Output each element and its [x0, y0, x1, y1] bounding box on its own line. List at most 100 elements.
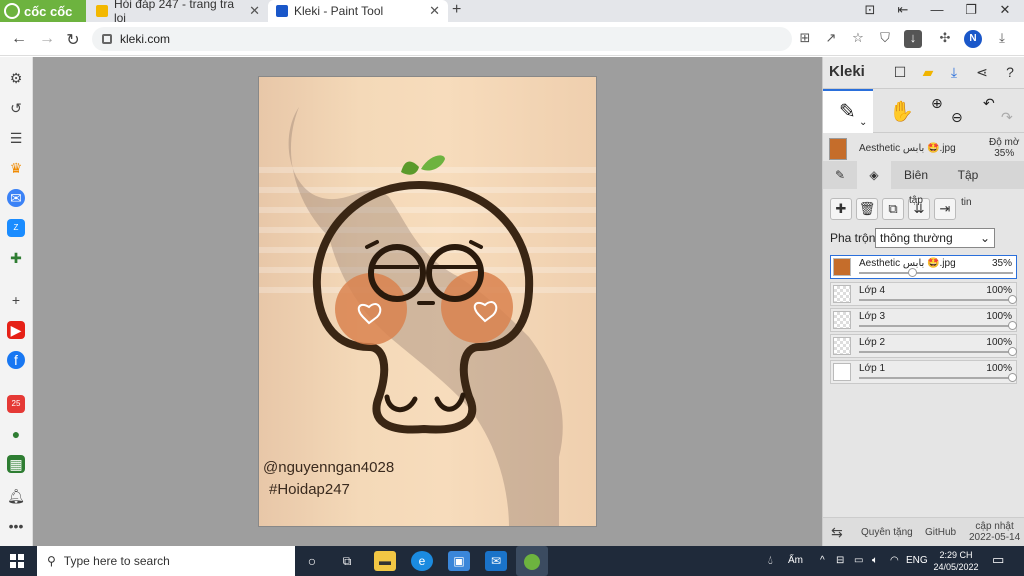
hand-tool-icon[interactable]: ✋ — [889, 99, 914, 124]
duplicate-layer-button[interactable]: ⧉ — [882, 198, 904, 220]
rename-layer-button[interactable]: ⇥ — [934, 198, 956, 220]
back-button[interactable]: ← — [9, 30, 29, 48]
share-icon[interactable]: ↗ — [822, 30, 840, 48]
add-layer-button[interactable]: ✚ — [830, 198, 852, 220]
store-icon[interactable]: ▣ — [448, 551, 470, 571]
weather-label[interactable]: Ẩm — [788, 555, 803, 566]
zalo-icon[interactable]: Z — [7, 219, 25, 237]
windows-start-icon[interactable] — [10, 554, 24, 568]
help-icon[interactable]: ? — [1001, 64, 1019, 82]
wifi-icon[interactable]: ◠ — [890, 555, 899, 566]
coccoc-menu-button[interactable]: cốc cốc — [0, 0, 86, 22]
drawing-canvas[interactable]: @nguyenngan4028 #Hoidap247 — [258, 76, 597, 527]
downloads-icon[interactable]: ⤓ — [993, 30, 1011, 48]
layer-opacity-slider[interactable] — [859, 351, 1013, 353]
more-icon[interactable]: ••• — [7, 517, 25, 535]
crown-icon[interactable]: ♛ — [7, 159, 25, 177]
layer-opacity-knob[interactable] — [1008, 295, 1017, 304]
zoom-in-icon[interactable]: ⊕ — [931, 95, 943, 112]
layer-item[interactable]: Lớp 3 100% — [830, 308, 1017, 332]
edge-icon[interactable]: e — [411, 551, 433, 571]
close-tab-icon[interactable]: ✕ — [429, 3, 440, 19]
layer-opacity-slider[interactable] — [859, 325, 1013, 327]
tab-edit[interactable]: Biên — [893, 161, 939, 189]
translate-icon[interactable]: ⊞ — [796, 30, 814, 48]
swap-layout-icon[interactable]: ⇆ — [831, 524, 843, 541]
restore-tabs-icon[interactable]: ⇤ — [888, 2, 918, 18]
extensions-icon[interactable]: ✣ — [936, 30, 954, 48]
tray-overflow-icon[interactable]: ^ — [820, 555, 825, 566]
mail-icon[interactable]: ✉ — [485, 551, 507, 571]
notification-icon[interactable]: ▭ — [992, 552, 1004, 568]
volume-icon[interactable]: 🔈︎ — [872, 555, 878, 566]
layer-name: Lớp 2 — [859, 337, 886, 348]
undo-icon[interactable]: ↶ — [983, 95, 995, 112]
tab-search-icon[interactable]: ⊡ — [855, 2, 885, 18]
plus-icon[interactable]: + — [7, 291, 25, 309]
share-icon[interactable]: ⋖ — [973, 64, 991, 82]
chat-icon[interactable]: ● — [7, 425, 25, 443]
history-icon[interactable]: ↺ — [7, 99, 25, 117]
minimize-button[interactable]: — — [922, 2, 952, 17]
brush-tool-button[interactable]: ✎ ⌄ — [823, 89, 873, 133]
blend-mode-select[interactable]: thông thường ⌄ — [875, 228, 995, 248]
update-label: cập nhật — [975, 521, 1014, 532]
bookmark-star-icon[interactable]: ☆ — [849, 30, 867, 48]
maximize-button[interactable]: ❐ — [956, 2, 986, 18]
layer-item[interactable]: Lớp 2 100% — [830, 334, 1017, 358]
layer-opacity-slider[interactable] — [859, 299, 1013, 301]
reload-button[interactable]: ↻ — [63, 30, 83, 50]
profile-avatar[interactable]: N — [964, 30, 982, 48]
messenger-icon[interactable]: ✉ — [7, 189, 25, 207]
donate-link[interactable]: Quyên tặng — [861, 527, 913, 538]
coccoc-taskbar-icon[interactable] — [516, 546, 548, 576]
taskbar-clock[interactable]: 2:29 CH 24/05/2022 — [930, 549, 982, 573]
shield-icon[interactable]: ⛉ — [876, 30, 894, 48]
url-field[interactable]: kleki.com — [92, 27, 792, 51]
close-window-button[interactable]: ✕ — [990, 2, 1020, 18]
forward-button[interactable]: → — [37, 30, 57, 48]
youtube-icon[interactable]: ▶ — [7, 321, 25, 339]
taskbar-search-box[interactable]: ⚲ Type here to search — [37, 546, 295, 576]
layer-item[interactable]: Aesthetic بابس 🤩.jpg 35% — [830, 255, 1017, 279]
list-icon[interactable]: ☰ — [7, 129, 25, 147]
github-link[interactable]: GitHub — [925, 527, 956, 538]
layer-item[interactable]: Lớp 1 100% — [830, 360, 1017, 384]
tab-hoidap247[interactable]: Hỏi đáp 247 - trang tra loi ✕ — [88, 0, 268, 25]
layer-opacity-slider[interactable] — [859, 272, 1013, 274]
delete-layer-button[interactable]: 🗑︎ — [856, 198, 878, 220]
file-explorer-icon[interactable]: ▬ — [374, 551, 396, 571]
redo-icon[interactable]: ↷ — [1001, 109, 1013, 126]
layer-opacity-knob[interactable] — [1008, 347, 1017, 356]
tab-kleki[interactable]: Kleki - Paint Tool ✕ — [268, 0, 448, 22]
changelog-link[interactable]: cập nhật 2022-05-14 — [969, 521, 1020, 543]
settings-icon[interactable]: ⚙ — [7, 69, 25, 87]
save-download-icon[interactable]: ⤓ — [945, 64, 963, 82]
open-folder-icon[interactable]: ▰ — [919, 64, 937, 82]
calendar-icon[interactable]: 25 — [7, 395, 25, 413]
device-icon[interactable]: ⊟ — [836, 555, 844, 566]
task-view-icon[interactable]: ⧉ — [336, 551, 358, 571]
layer-opacity-knob[interactable] — [1008, 321, 1017, 330]
zoom-out-icon[interactable]: ⊖ — [951, 109, 963, 126]
tab-brush[interactable]: ✎ — [823, 161, 857, 189]
layer-item[interactable]: Lớp 4 100% — [830, 282, 1017, 306]
close-tab-icon[interactable]: ✕ — [249, 3, 260, 19]
tab-file[interactable]: Tập — [945, 161, 991, 189]
layer-opacity-knob[interactable] — [907, 268, 917, 277]
bell-icon[interactable]: 🔔︎ — [7, 487, 25, 505]
download-extension-icon[interactable]: ↓ — [904, 30, 922, 48]
weather-icon[interactable]: 💧︎ — [768, 553, 773, 568]
coccoc-logo-icon — [4, 3, 20, 19]
facebook-icon[interactable]: f — [7, 351, 25, 369]
layer-opacity-slider[interactable] — [859, 377, 1013, 379]
gamepad-icon[interactable]: ✚ — [7, 249, 25, 267]
spreadsheet-icon[interactable]: ▦ — [7, 455, 25, 473]
new-file-icon[interactable]: ☐ — [891, 64, 909, 82]
layer-opacity-knob[interactable] — [1008, 373, 1017, 382]
battery-icon[interactable]: ▭ — [854, 555, 863, 566]
tab-layers[interactable]: ◈ — [857, 161, 891, 189]
new-tab-button[interactable]: + — [452, 1, 461, 19]
language-indicator[interactable]: ENG — [906, 555, 928, 566]
cortana-icon[interactable]: ○ — [301, 551, 323, 571]
